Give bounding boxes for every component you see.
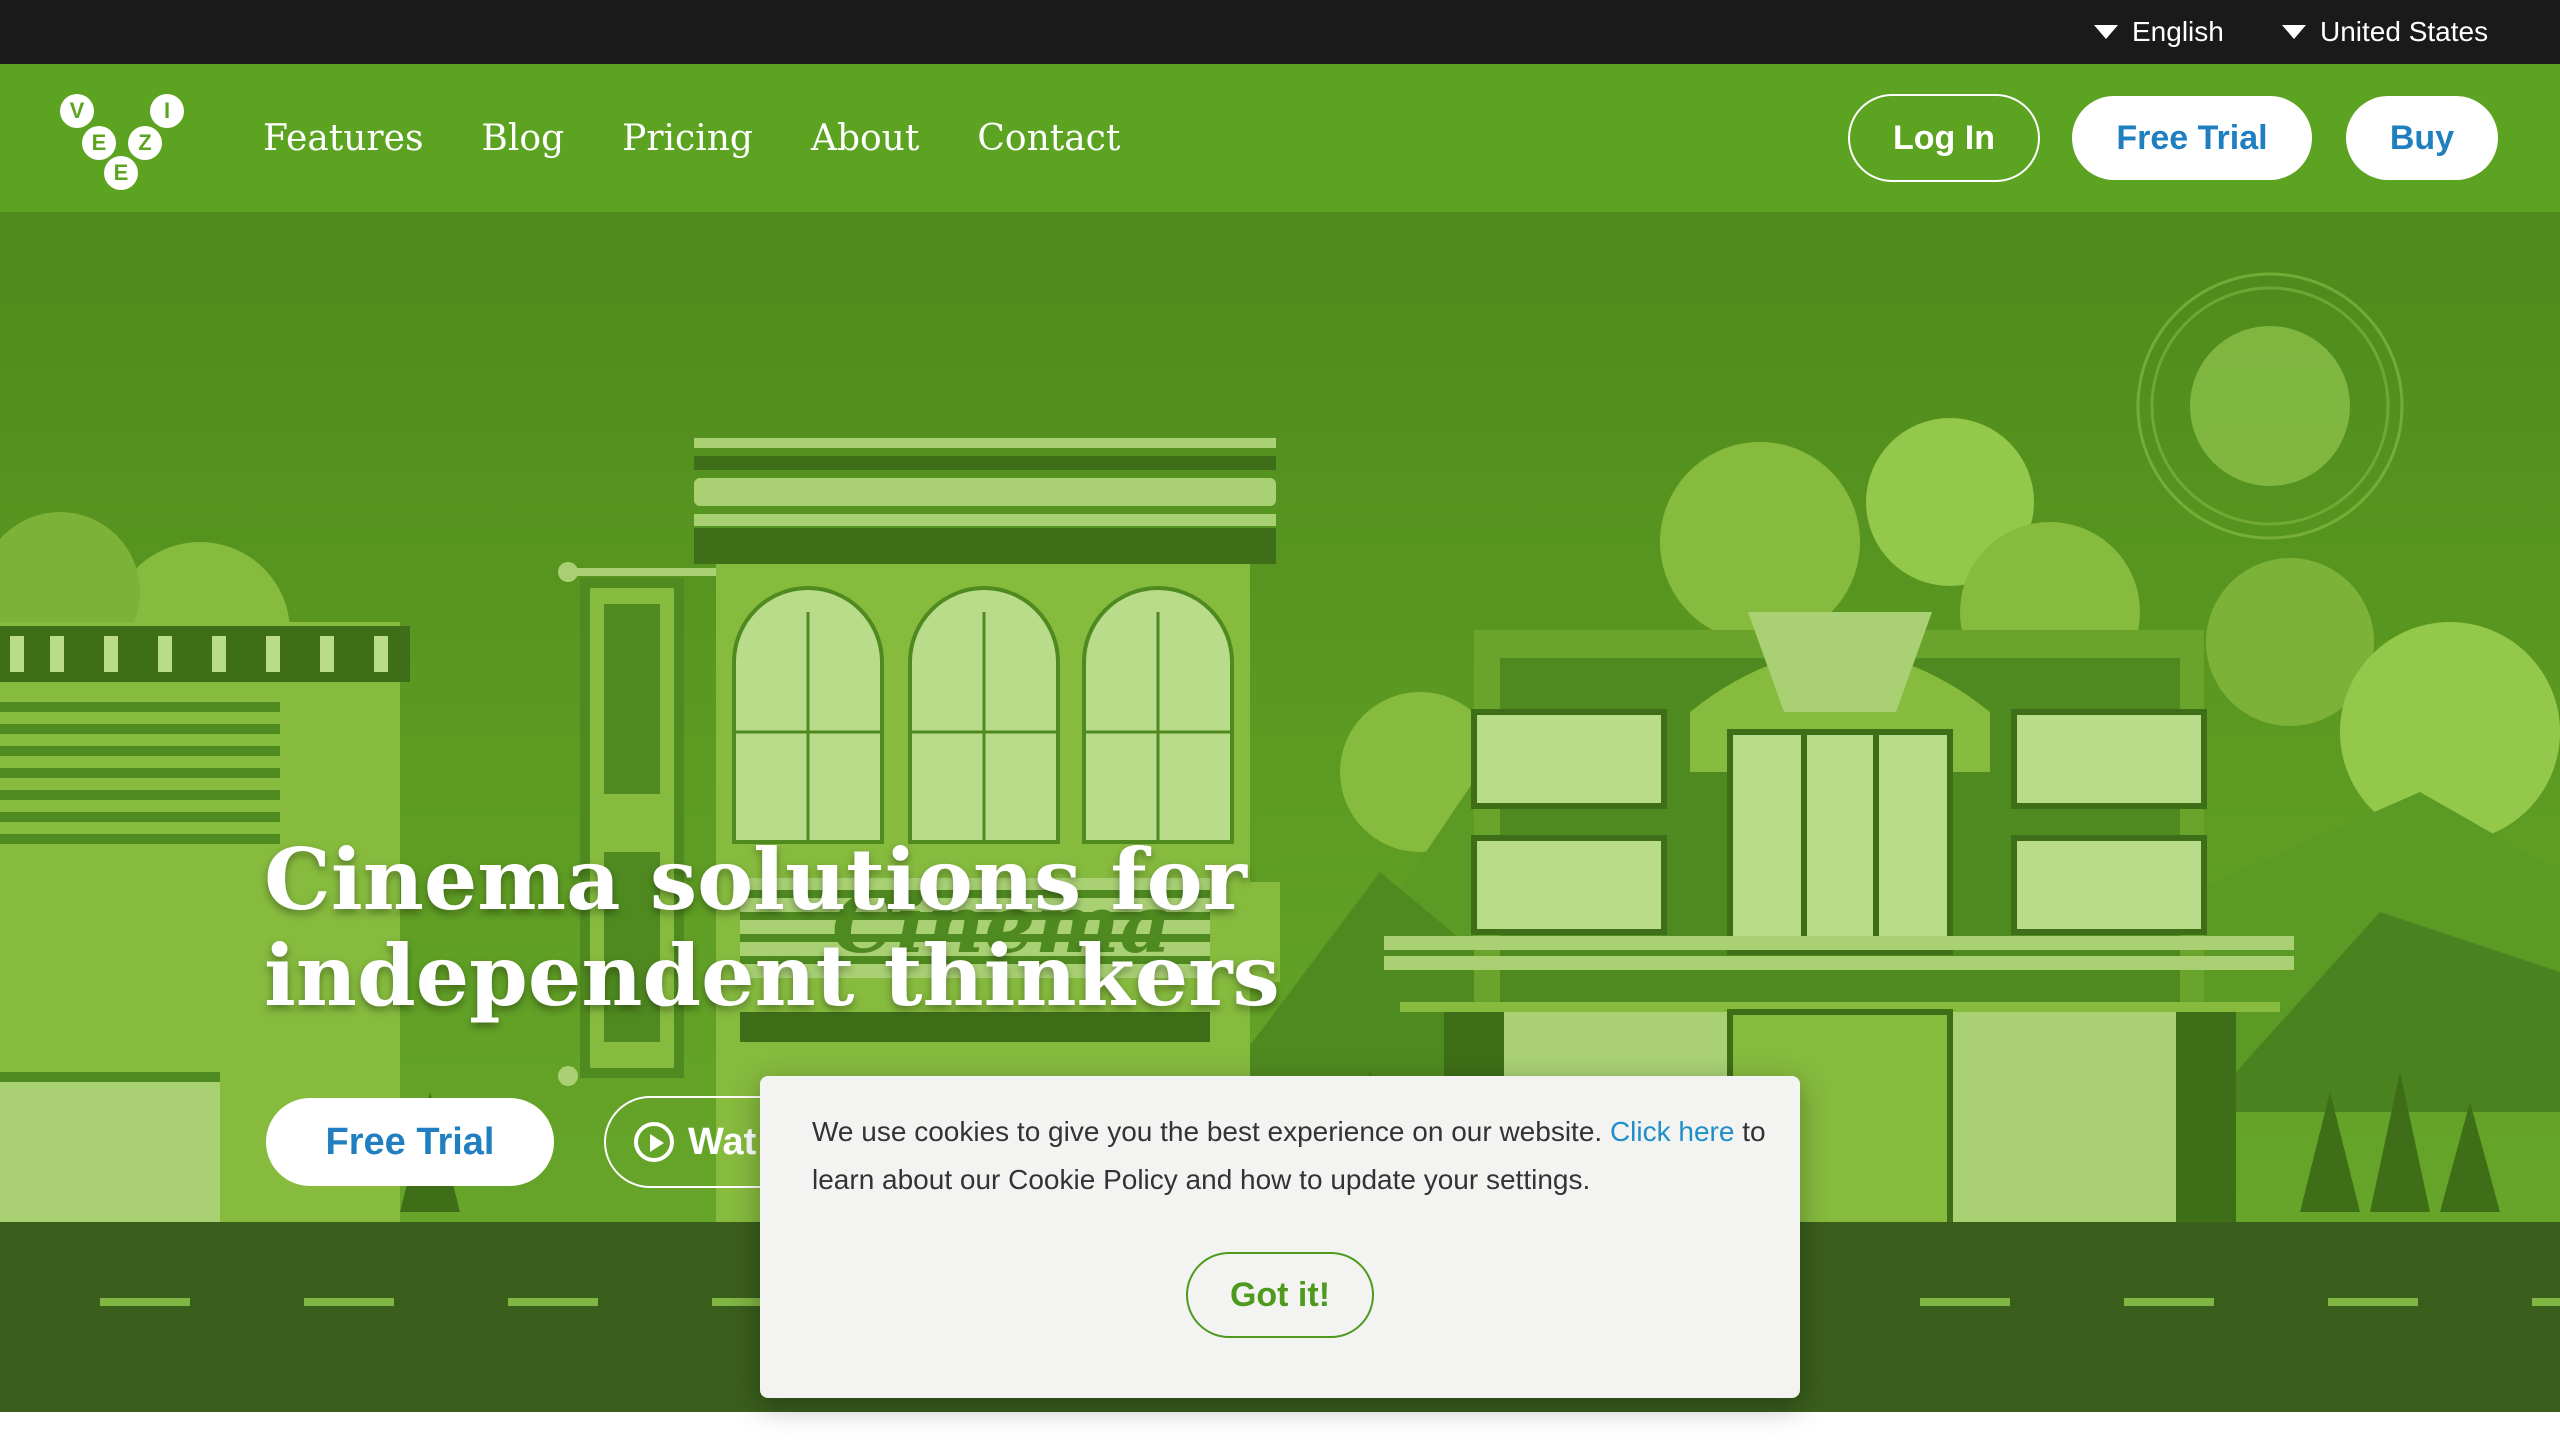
language-label: English bbox=[2132, 16, 2224, 47]
logo-letter: E bbox=[104, 156, 138, 190]
hero-free-trial-button[interactable]: Free Trial bbox=[266, 1098, 554, 1186]
nav-links: Features Blog Pricing About Contact bbox=[263, 64, 1120, 212]
caret-down-icon bbox=[2282, 25, 2306, 39]
buy-button[interactable]: Buy bbox=[2346, 96, 2498, 180]
main-navigation: V E Z I E Features Blog Pricing About Co… bbox=[0, 64, 2560, 212]
cookie-text-before: We use cookies to give you the best expe… bbox=[812, 1116, 1610, 1147]
cookie-policy-link[interactable]: Click here bbox=[1610, 1116, 1734, 1147]
accept-cookies-button[interactable]: Got it! bbox=[1186, 1252, 1374, 1338]
hero-headline: Cinema solutions for independent thinker… bbox=[264, 830, 1280, 1025]
country-label: United States bbox=[2320, 16, 2489, 47]
nav-link-pricing[interactable]: Pricing bbox=[622, 118, 753, 159]
logo-letter: V bbox=[60, 94, 94, 128]
watch-label: Wat bbox=[688, 1120, 757, 1163]
language-selector[interactable]: English bbox=[2094, 0, 2224, 64]
vezi-logo[interactable]: V E Z I E bbox=[58, 90, 188, 190]
nav-link-features[interactable]: Features bbox=[263, 118, 423, 159]
logo-letter: E bbox=[82, 126, 116, 160]
nav-link-contact[interactable]: Contact bbox=[977, 118, 1120, 159]
cookie-message: We use cookies to give you the best expe… bbox=[812, 1108, 1772, 1204]
nav-link-blog[interactable]: Blog bbox=[481, 118, 564, 159]
caret-down-icon bbox=[2094, 25, 2118, 39]
cookie-banner: We use cookies to give you the best expe… bbox=[760, 1076, 1800, 1398]
nav-free-trial-button[interactable]: Free Trial bbox=[2072, 96, 2312, 180]
nav-link-about[interactable]: About bbox=[811, 118, 919, 159]
login-button[interactable]: Log In bbox=[1848, 94, 2040, 182]
country-selector[interactable]: United States bbox=[2282, 0, 2488, 64]
top-bar: English United States bbox=[0, 0, 2560, 64]
logo-letter: I bbox=[150, 94, 184, 128]
play-icon bbox=[634, 1122, 674, 1162]
logo-letter: Z bbox=[128, 126, 162, 160]
